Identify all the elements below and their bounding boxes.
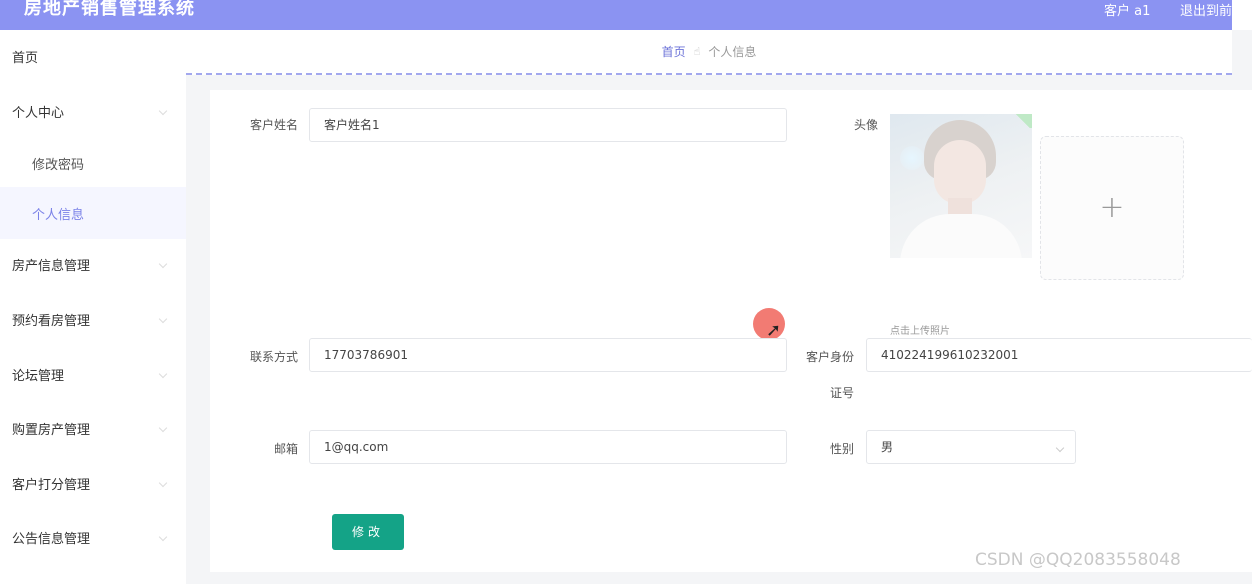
sidebar-item-label: 公告信息管理 (12, 531, 91, 547)
sidebar-item-label: 购置房产管理 (12, 422, 91, 438)
email-label: 邮箱 (273, 442, 298, 456)
gender-select-value: 男 (881, 440, 894, 454)
plus-icon: + (1099, 190, 1125, 225)
chevron-down-icon (158, 478, 168, 488)
chevron-down-icon (158, 106, 168, 116)
gender-select[interactable]: 男 (866, 430, 1076, 464)
sidebar: 首页 个人中心 修改密码 个人信息 房产信息管理 预约看房管理 论坛管理 购置房… (0, 30, 186, 584)
chevron-down-icon (158, 369, 168, 379)
sidebar-item-forum-management[interactable]: 论坛管理 (0, 348, 186, 400)
top-header: 房地产销售管理系统 客户 a1 退出到前台 (0, 0, 1232, 30)
idcard-input[interactable]: 410224199610232001 (866, 338, 1252, 372)
sidebar-item-label: 首页 (12, 50, 39, 66)
sidebar-item-rating-management[interactable]: 客户打分管理 (0, 457, 186, 509)
sidebar-item-label: 个人中心 (12, 105, 65, 121)
chevron-down-icon (158, 532, 168, 542)
chevron-down-icon (158, 259, 168, 269)
sidebar-item-label: 个人信息 (32, 207, 85, 223)
idcard-label: 客户身份 (805, 350, 854, 364)
sidebar-item-label: 修改密码 (32, 157, 85, 173)
current-user: 客户 a1 (1104, 4, 1151, 19)
email-input[interactable]: 1@qq.com (309, 430, 787, 464)
sidebar-item-label: 客户打分管理 (12, 477, 91, 493)
sidebar-item-personal-center[interactable]: 个人中心 (0, 85, 186, 137)
chevron-down-icon (158, 314, 168, 324)
sidebar-item-label: 预约看房管理 (12, 313, 91, 329)
sidebar-item-purchase-management[interactable]: 购置房产管理 (0, 402, 186, 454)
breadcrumb-current: 个人信息 (708, 45, 757, 59)
profile-form: 客户姓名 客户姓名1 头像 + 点击上传照片 ➚ 联系方式 1770378690… (210, 90, 1252, 572)
logout-link[interactable]: 退出到前台 (1180, 0, 1232, 19)
breadcrumb-home[interactable]: 首页 (662, 43, 686, 60)
gender-label: 性别 (829, 442, 854, 456)
sidebar-item-label: 论坛管理 (12, 368, 65, 384)
breadcrumb: 首页 ☝ 个人信息 (186, 30, 1232, 75)
main-content: 首页 ☝ 个人信息 客户姓名 客户姓名1 头像 + 点击上传照片 ➚ 联系方式 … (186, 30, 1252, 584)
sidebar-item-home[interactable]: 首页 (0, 30, 186, 82)
idcard-label-cont: 证号 (829, 386, 854, 400)
pointer-icon: ☝ (693, 45, 701, 58)
watermark: CSDN @QQ2083558048 (975, 550, 1181, 570)
avatar-image[interactable] (890, 114, 1032, 258)
sidebar-item-personal-info[interactable]: 个人信息 (0, 187, 186, 239)
phone-input[interactable]: 17703786901 (309, 338, 787, 372)
chevron-down-icon (1055, 443, 1065, 453)
sidebar-item-label: 房产信息管理 (12, 258, 91, 274)
sidebar-item-change-password[interactable]: 修改密码 (0, 137, 186, 189)
name-label: 客户姓名 (249, 118, 298, 132)
sidebar-item-property-management[interactable]: 房产信息管理 (0, 238, 186, 290)
name-input[interactable]: 客户姓名1 (309, 108, 787, 142)
sidebar-item-viewing-appointments[interactable]: 预约看房管理 (0, 293, 186, 345)
submit-button[interactable]: 修改 (332, 514, 404, 550)
app-title: 房地产销售管理系统 (24, 0, 195, 19)
phone-label: 联系方式 (249, 350, 298, 364)
upload-hint: 点击上传照片 (890, 326, 950, 337)
chevron-down-icon (158, 423, 168, 433)
sidebar-item-announcement-management[interactable]: 公告信息管理 (0, 511, 186, 563)
avatar-label: 头像 (853, 118, 878, 132)
avatar-upload-button[interactable]: + (1040, 136, 1184, 280)
